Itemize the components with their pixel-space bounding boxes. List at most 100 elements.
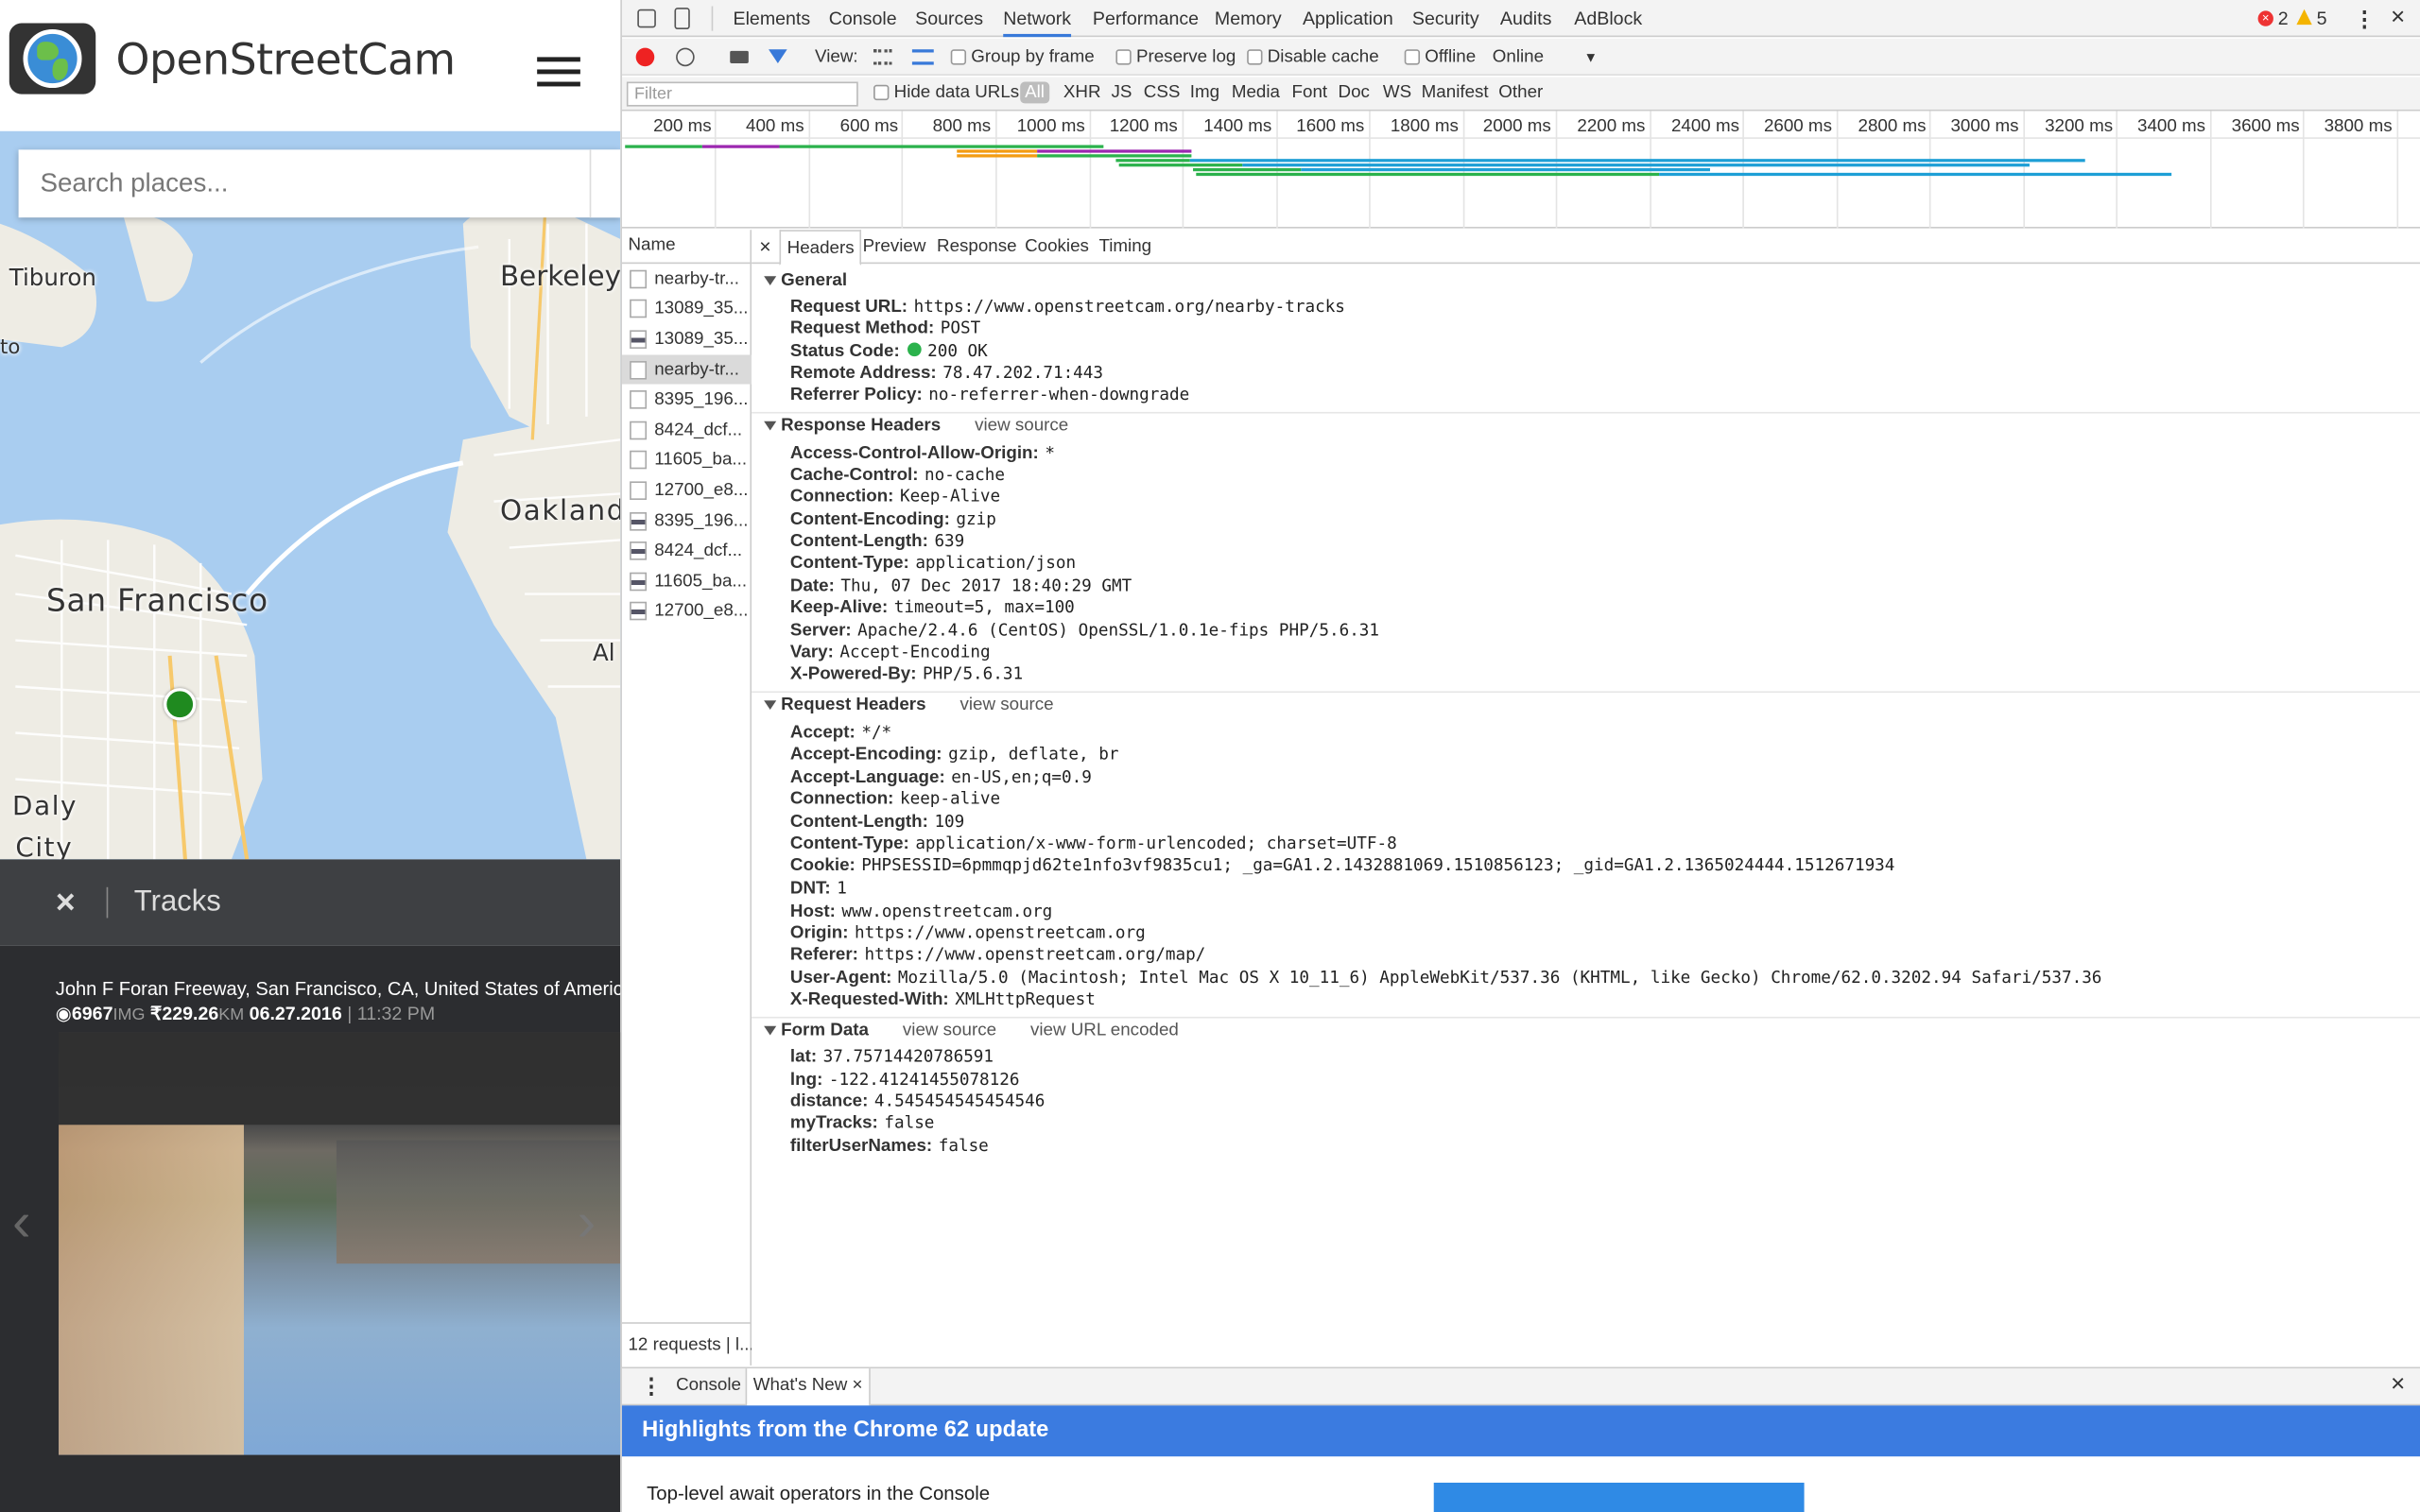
type-filter-xhr[interactable]: XHR bbox=[1063, 83, 1101, 102]
close-icon[interactable]: × bbox=[56, 883, 76, 922]
hide-data-urls-label[interactable]: Hide data URLs bbox=[894, 83, 1020, 102]
warning-icon[interactable] bbox=[2296, 9, 2312, 26]
request-row[interactable]: 13089_35... bbox=[622, 324, 752, 354]
header-key: Remote Address: bbox=[789, 364, 937, 383]
tab-security[interactable]: Security bbox=[1412, 0, 1479, 37]
prev-arrow-icon[interactable]: ‹ bbox=[12, 1190, 31, 1255]
view-source-link[interactable]: view source bbox=[903, 1022, 996, 1040]
map-view[interactable]: Search places... Tiburon to Berkeley Oak… bbox=[0, 130, 621, 860]
type-filter-font[interactable]: Font bbox=[1292, 83, 1328, 102]
hide-data-urls-checkbox[interactable] bbox=[873, 84, 890, 101]
view-source-link[interactable]: view source bbox=[959, 696, 1053, 714]
header-key: Accept-Encoding: bbox=[789, 745, 942, 765]
next-arrow-icon[interactable]: › bbox=[578, 1190, 596, 1255]
type-filter-all[interactable]: All bbox=[1020, 81, 1049, 104]
clear-icon[interactable] bbox=[676, 47, 695, 67]
disable-cache-checkbox[interactable] bbox=[1247, 49, 1263, 65]
type-filter-manifest[interactable]: Manifest bbox=[1422, 83, 1489, 102]
general-section-header[interactable]: General bbox=[764, 271, 847, 290]
record-icon[interactable] bbox=[635, 47, 655, 67]
network-toolbar: View: Group by frame Preserve log Disabl… bbox=[621, 38, 2420, 76]
form-data-section-header[interactable]: Form Data view source view URL encoded bbox=[764, 1022, 1179, 1040]
request-row[interactable]: 13089_35... bbox=[622, 294, 752, 324]
location-marker[interactable] bbox=[164, 688, 197, 721]
group-by-frame-label[interactable]: Group by frame bbox=[971, 48, 1094, 67]
tab-adblock[interactable]: AdBlock bbox=[1574, 0, 1642, 37]
disable-cache-label[interactable]: Disable cache bbox=[1268, 48, 1379, 67]
view-source-link[interactable]: view source bbox=[975, 417, 1068, 436]
globe-logo-icon[interactable] bbox=[9, 23, 96, 94]
close-detail-icon[interactable]: × bbox=[759, 230, 770, 264]
tab-sources[interactable]: Sources bbox=[915, 0, 983, 37]
more-options-icon[interactable]: ⋮ bbox=[2354, 0, 2376, 37]
request-row[interactable]: 8424_dcf... bbox=[622, 415, 752, 445]
hamburger-menu-icon[interactable] bbox=[537, 57, 580, 88]
overview-icon[interactable] bbox=[911, 49, 934, 65]
response-headers-section-header[interactable]: Response Headers view source bbox=[764, 417, 1068, 436]
drawer-menu-icon[interactable]: ⋮ bbox=[641, 1373, 663, 1400]
request-row[interactable]: 8395_196... bbox=[622, 385, 752, 415]
type-filter-ws[interactable]: WS bbox=[1383, 83, 1411, 102]
error-count[interactable]: 2 bbox=[2278, 0, 2289, 37]
request-row[interactable]: 8395_196... bbox=[622, 506, 752, 536]
offline-checkbox[interactable] bbox=[1404, 49, 1421, 65]
preserve-log-label[interactable]: Preserve log bbox=[1136, 48, 1236, 67]
tab-performance[interactable]: Performance bbox=[1093, 0, 1199, 37]
tab-cookies[interactable]: Cookies bbox=[1025, 230, 1089, 264]
name-column-header[interactable]: Name bbox=[628, 236, 675, 255]
type-filter-js[interactable]: JS bbox=[1112, 83, 1132, 102]
type-filter-css[interactable]: CSS bbox=[1144, 83, 1181, 102]
request-row[interactable]: 12700_e8... bbox=[622, 475, 752, 506]
header-row: Request URL: https://www.openstreetcam.or… bbox=[790, 296, 1345, 316]
request-headers-section-header[interactable]: Request Headers view source bbox=[764, 696, 1054, 714]
network-overview-timeline[interactable]: 200 ms 400 ms 600 ms 800 ms 1000 ms 1200… bbox=[621, 111, 2420, 229]
tab-headers[interactable]: Headers bbox=[779, 230, 862, 266]
tab-timing[interactable]: Timing bbox=[1098, 230, 1151, 264]
tab-memory[interactable]: Memory bbox=[1215, 0, 1282, 37]
tab-response[interactable]: Response bbox=[937, 230, 1017, 264]
warning-count[interactable]: 5 bbox=[2317, 0, 2327, 37]
tab-application[interactable]: Application bbox=[1303, 0, 1393, 37]
close-devtools-icon[interactable]: × bbox=[2391, 0, 2405, 37]
close-drawer-icon[interactable]: × bbox=[2391, 1371, 2405, 1399]
filter-input[interactable]: Filter bbox=[626, 81, 858, 107]
device-toolbar-icon[interactable] bbox=[674, 8, 690, 30]
request-summary: 12 requests | l... bbox=[628, 1335, 752, 1355]
header-row: Remote Address: 78.47.202.71:443 bbox=[790, 363, 1103, 383]
drawer-tab-whats-new[interactable]: What's New × bbox=[745, 1368, 871, 1406]
search-icon[interactable] bbox=[589, 149, 621, 218]
search-input[interactable]: Search places... bbox=[18, 149, 621, 218]
group-by-frame-checkbox[interactable] bbox=[950, 49, 967, 65]
type-filter-doc[interactable]: Doc bbox=[1339, 83, 1370, 102]
camera-capture-icon[interactable] bbox=[730, 50, 749, 63]
tab-network[interactable]: Network bbox=[1003, 0, 1072, 38]
brand-name[interactable]: OpenStreetCam bbox=[115, 34, 456, 85]
type-filter-other[interactable]: Other bbox=[1498, 83, 1543, 102]
tab-preview[interactable]: Preview bbox=[863, 230, 926, 264]
view-url-encoded-link[interactable]: view URL encoded bbox=[1030, 1022, 1179, 1040]
inspect-element-icon[interactable] bbox=[637, 9, 656, 28]
request-row[interactable]: 8424_dcf... bbox=[622, 536, 752, 566]
whats-new-item[interactable]: Top-level await operators in the Console bbox=[647, 1483, 990, 1504]
request-row[interactable]: nearby-tr... bbox=[622, 264, 752, 294]
request-row[interactable]: 12700_e8... bbox=[622, 596, 752, 627]
tab-elements[interactable]: Elements bbox=[734, 0, 811, 37]
drawer-tab-console[interactable]: Console bbox=[676, 1376, 741, 1395]
request-row[interactable]: 11605_ba... bbox=[622, 445, 752, 475]
throttle-select[interactable]: Online ▼ bbox=[1493, 48, 1598, 67]
tab-audits[interactable]: Audits bbox=[1500, 0, 1551, 37]
track-title[interactable]: John F Foran Freeway, San Francisco, CA,… bbox=[56, 978, 621, 1000]
large-rows-icon[interactable] bbox=[873, 49, 892, 65]
tab-console[interactable]: Console bbox=[829, 0, 897, 37]
track-photo[interactable] bbox=[59, 1032, 621, 1455]
request-row[interactable]: 11605_ba... bbox=[622, 566, 752, 596]
track-card[interactable]: John F Foran Freeway, San Francisco, CA,… bbox=[0, 945, 621, 1512]
error-icon[interactable]: × bbox=[2257, 10, 2273, 26]
offline-label[interactable]: Offline bbox=[1425, 48, 1476, 67]
close-tab-icon[interactable]: × bbox=[853, 1376, 863, 1395]
type-filter-img[interactable]: Img bbox=[1190, 83, 1219, 102]
type-filter-media[interactable]: Media bbox=[1232, 83, 1280, 102]
preserve-log-checkbox[interactable] bbox=[1115, 49, 1132, 65]
filter-funnel-icon[interactable] bbox=[769, 49, 787, 63]
request-row-selected[interactable]: nearby-tr... bbox=[621, 354, 752, 386]
